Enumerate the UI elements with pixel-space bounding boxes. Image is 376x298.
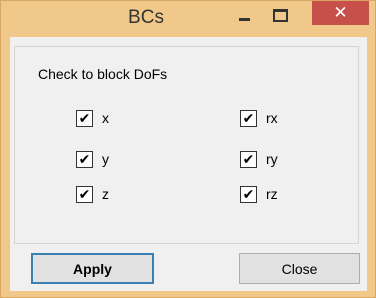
checkbox-rx-box[interactable]: ✔	[240, 109, 257, 127]
checkbox-ry-label: ry	[266, 151, 278, 167]
close-button[interactable]: Close	[239, 253, 360, 284]
checkbox-rx-label: rx	[266, 110, 278, 126]
apply-button[interactable]: Apply	[31, 253, 154, 284]
maximize-icon	[272, 8, 288, 22]
minimize-icon	[238, 17, 250, 21]
checkbox-x-box[interactable]: ✔	[76, 109, 93, 127]
checkbox-ry[interactable]: ✔ ry	[240, 149, 278, 169]
checkbox-x-label: x	[102, 110, 109, 126]
checkbox-ry-box[interactable]: ✔	[240, 150, 257, 168]
checkbox-x[interactable]: ✔ x	[76, 108, 109, 128]
checkbox-rz-label: rz	[266, 186, 278, 202]
close-window-button[interactable]: ✕	[312, 1, 369, 25]
title-bar[interactable]: BCs ✕	[1, 1, 375, 37]
checkbox-y-label: y	[102, 151, 109, 167]
checkbox-rz[interactable]: ✔ rz	[240, 184, 278, 204]
groupbox-title: Check to block DoFs	[36, 66, 170, 82]
checkbox-z-label: z	[102, 186, 109, 202]
minimize-button[interactable]	[227, 1, 261, 29]
checkbox-y[interactable]: ✔ y	[76, 149, 109, 169]
checkbox-z[interactable]: ✔ z	[76, 184, 109, 204]
bcs-dialog-window: BCs ✕ Check to block DoFs ✔ x ✔ y ✔ z ✔ …	[0, 0, 376, 298]
maximize-button[interactable]	[263, 1, 297, 29]
checkbox-z-box[interactable]: ✔	[76, 185, 93, 203]
checkbox-rx[interactable]: ✔ rx	[240, 108, 278, 128]
checkbox-rz-box[interactable]: ✔	[240, 185, 257, 203]
close-icon: ✕	[333, 3, 348, 22]
checkbox-y-box[interactable]: ✔	[76, 150, 93, 168]
